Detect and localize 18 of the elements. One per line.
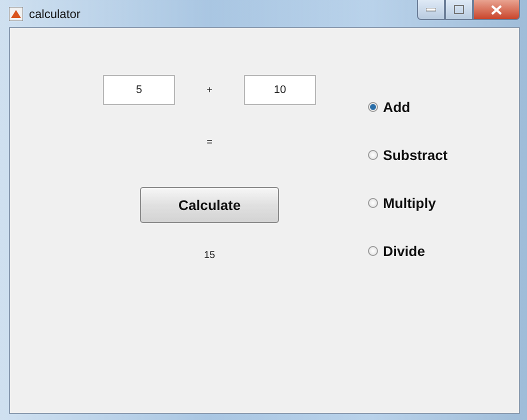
result-label: 15 — [204, 250, 216, 261]
close-button[interactable] — [473, 0, 520, 20]
app-logo-icon — [9, 6, 23, 20]
window-title: calculator — [29, 6, 80, 20]
minimize-icon — [426, 8, 436, 12]
operation-radio[interactable]: Divide — [368, 240, 448, 261]
maximize-button[interactable] — [445, 0, 473, 20]
minimize-button[interactable] — [417, 0, 445, 20]
operation-radio[interactable]: Add — [368, 96, 448, 117]
operation-radio[interactable]: Substract — [368, 144, 448, 165]
operation-radio[interactable]: Multiply — [368, 192, 448, 213]
operand-field[interactable]: 5 — [103, 75, 175, 105]
close-icon — [491, 4, 502, 14]
operator-label: + — [206, 84, 212, 96]
equals-label: = — [206, 137, 212, 148]
operand-field[interactable]: 10 — [244, 75, 316, 105]
calculate-button[interactable]: Calculate — [140, 187, 279, 223]
maximize-icon — [454, 5, 464, 14]
